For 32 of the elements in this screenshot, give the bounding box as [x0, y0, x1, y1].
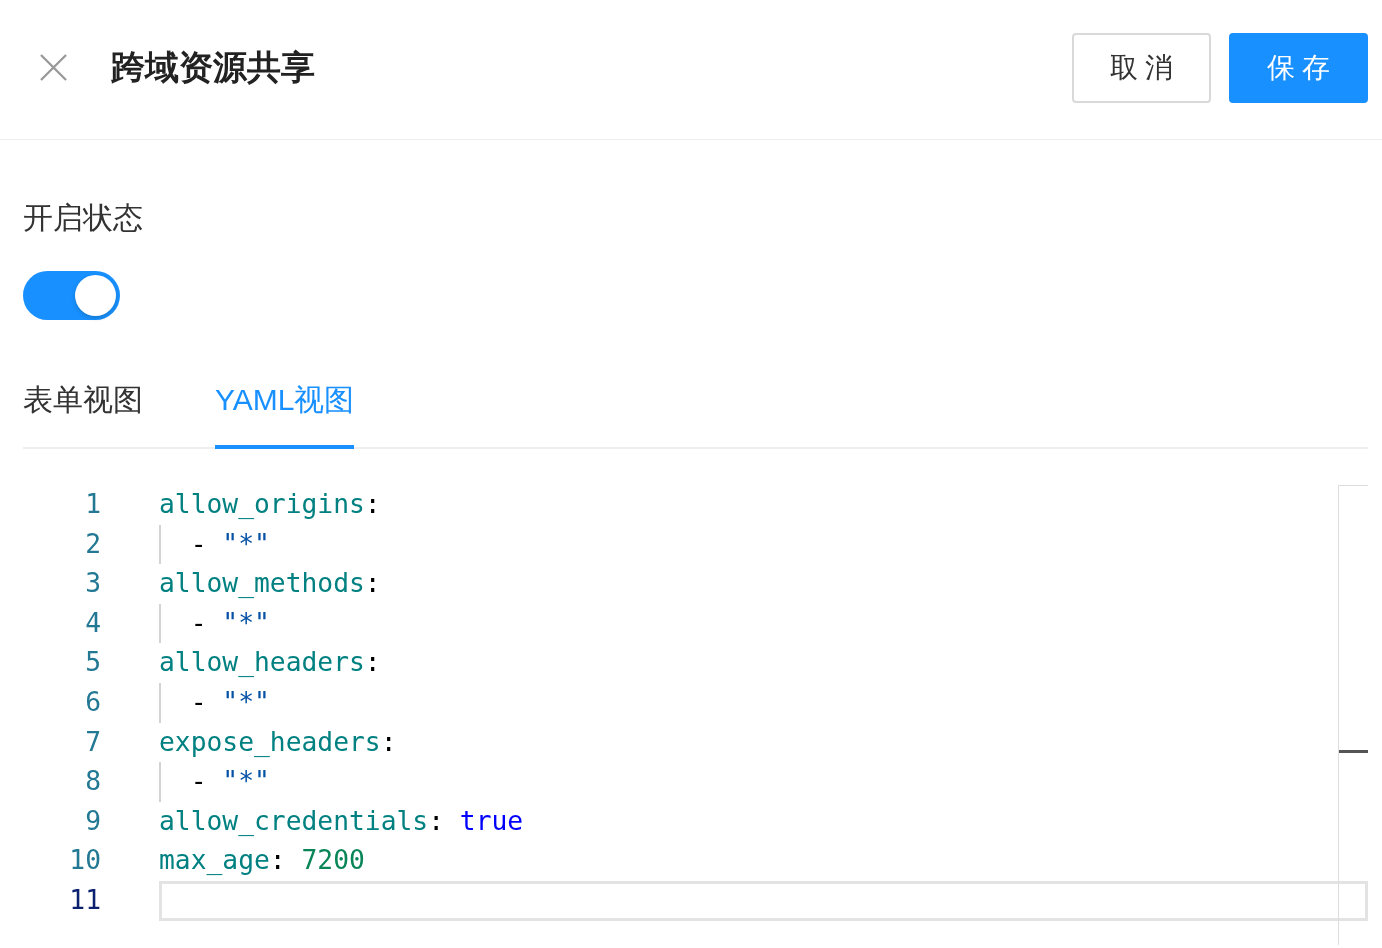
code-line: - "*"	[190, 527, 270, 561]
tab[interactable]: 表单视图	[23, 380, 143, 449]
indent-guide	[159, 603, 161, 644]
field-label: 开启状态	[23, 200, 143, 236]
line-number: 1	[84, 488, 101, 521]
code-line: - "*"	[190, 685, 270, 719]
code-line: allow_origins:	[159, 488, 381, 521]
close-icon[interactable]	[40, 54, 67, 81]
code-line: max_age: 7200	[159, 844, 365, 878]
code-line: allow_headers:	[159, 646, 381, 680]
code-line: expose_headers:	[159, 725, 397, 759]
line-number: 10	[68, 844, 101, 878]
cursor-mark-icon	[1339, 750, 1368, 753]
line-number: 11	[68, 883, 101, 917]
code-line: - "*"	[190, 765, 270, 799]
code-line: - "*"	[190, 606, 270, 640]
indent-guide	[159, 762, 161, 802]
code-line: allow_methods:	[159, 567, 381, 601]
code-line: allow_credentials: true	[159, 804, 524, 838]
line-number: 4	[84, 606, 101, 640]
drawer-title: 跨域资源共享	[111, 47, 315, 88]
line-number: 6	[84, 685, 101, 719]
line-number: 7	[84, 725, 101, 759]
indent-guide	[159, 524, 161, 565]
cancel-button[interactable]: 取 消	[1072, 32, 1211, 103]
line-number: 3	[84, 567, 101, 601]
indent-guide	[159, 682, 161, 723]
toggle-switch[interactable]	[23, 271, 120, 320]
line-number: 5	[84, 646, 101, 680]
line-number: 8	[84, 765, 101, 799]
line-number: 9	[84, 804, 101, 838]
line-number: 2	[84, 527, 101, 561]
